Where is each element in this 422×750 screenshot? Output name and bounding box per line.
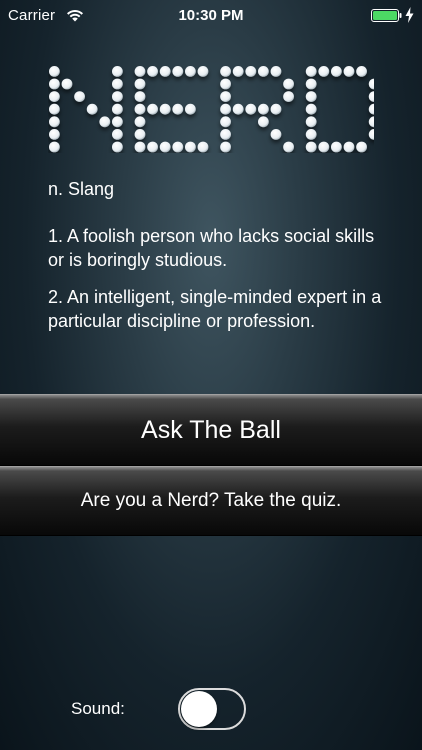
logo-dot: [159, 103, 171, 115]
logo-dot: [220, 66, 232, 77]
logo-dot: [305, 66, 317, 77]
logo-dot: [112, 141, 123, 153]
logo-dot: [305, 91, 317, 102]
logo-dot: [368, 129, 374, 140]
logo-dot: [172, 103, 184, 115]
take-quiz-button[interactable]: Are you a Nerd? Take the quiz.: [0, 466, 422, 536]
logo-dot: [134, 116, 146, 128]
ask-the-ball-button[interactable]: Ask The Ball: [0, 394, 422, 466]
logo-dot: [112, 66, 123, 77]
logo-dot: [283, 141, 294, 153]
definition-meaning-1: 1. A foolish person who lacks social ski…: [48, 226, 375, 270]
logo-dot: [134, 129, 146, 140]
logo-dot: [343, 141, 355, 153]
status-bar: Carrier 10:30 PM: [0, 0, 422, 32]
logo-dot: [305, 116, 317, 128]
logo-dot: [220, 129, 232, 140]
logo-dot: [283, 78, 294, 90]
logo-dot: [245, 66, 257, 77]
logo-dot: [258, 116, 269, 128]
logo-dot: [305, 103, 317, 115]
logo-dot: [331, 141, 342, 153]
logo-dot: [343, 66, 355, 77]
logo-dot: [270, 129, 282, 140]
logo-dot: [185, 141, 196, 153]
sound-label: Sound:: [71, 699, 125, 718]
logo-dot: [283, 91, 294, 102]
logo-dot: [172, 66, 184, 77]
logo-dot: [172, 141, 184, 153]
logo-dot: [305, 141, 317, 153]
logo-dot: [232, 103, 244, 115]
logo-dot: [197, 66, 209, 77]
logo-dot: [147, 103, 158, 115]
logo-dot: [368, 91, 374, 102]
logo-dot: [258, 103, 269, 115]
battery-icon: [371, 9, 402, 22]
logo-dot: [318, 141, 330, 153]
logo-dot: [134, 66, 146, 77]
logo-dot: [49, 91, 60, 102]
logo-dot: [49, 116, 60, 128]
logo-dot: [270, 103, 282, 115]
status-time: 10:30 PM: [178, 7, 244, 24]
logo-dot: [305, 78, 317, 90]
sound-toggle-knob[interactable]: [181, 691, 217, 727]
logo-dot: [258, 66, 269, 77]
logo-dot: [134, 141, 146, 153]
charging-bolt-icon: [405, 7, 414, 23]
logo-dot: [220, 116, 232, 128]
logo-dot: [134, 91, 146, 102]
logo-dot: [49, 78, 60, 90]
logo-dot: [185, 103, 196, 115]
sound-toggle[interactable]: [178, 688, 246, 730]
logo-dot: [112, 129, 123, 140]
logo-dot: [112, 91, 123, 102]
logo-dot: [197, 141, 209, 153]
logo-dot: [147, 66, 158, 77]
logo-dot: [220, 91, 232, 102]
logo-dot: [368, 103, 374, 115]
logo-dot: [49, 129, 60, 140]
logo-dot: [356, 66, 367, 77]
logo-dot: [49, 103, 60, 115]
logo-dot: [318, 66, 330, 77]
logo-dot: [49, 141, 60, 153]
logo-dot: [220, 141, 232, 153]
logo-dot: [185, 66, 196, 77]
logo-dot: [305, 129, 317, 140]
logo-dot: [74, 91, 85, 102]
logo-dot: [245, 103, 257, 115]
logo-dot: [331, 66, 342, 77]
logo-dot: [220, 78, 232, 90]
logo-dot: [368, 78, 374, 90]
logo-dot: [49, 66, 60, 77]
definition-meaning-2: 2. An intelligent, single-minded expert …: [48, 287, 382, 331]
logo-dot: [220, 103, 232, 115]
logo-dot: [61, 78, 73, 90]
logo-dot: [112, 78, 123, 90]
nerd-logo: [49, 66, 374, 153]
logo-dot: [356, 141, 367, 153]
logo-dot: [134, 103, 146, 115]
logo-dot: [159, 66, 171, 77]
logo-dot: [99, 116, 111, 128]
logo-dot: [147, 141, 158, 153]
logo-dot: [159, 141, 171, 153]
logo-dot: [134, 78, 146, 90]
logo-dot: [86, 103, 98, 115]
logo-dot: [232, 66, 244, 77]
logo-dot: [112, 116, 123, 128]
logo-dot: [368, 116, 374, 128]
logo-dot: [270, 66, 282, 77]
logo-dot: [112, 103, 123, 115]
definition-part-of-speech: n. Slang: [48, 179, 115, 199]
